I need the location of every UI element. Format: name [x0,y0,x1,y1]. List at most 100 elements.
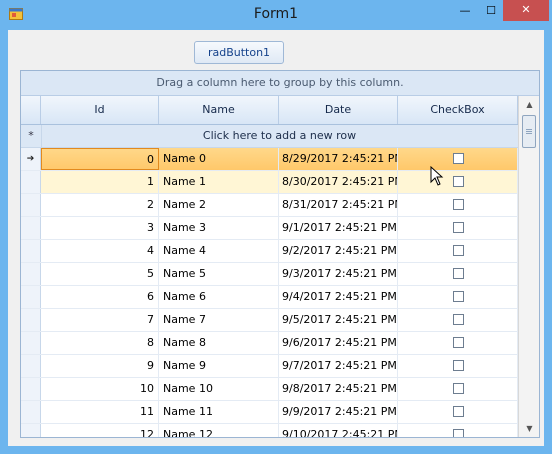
row-checkbox[interactable] [453,314,464,325]
cell-id[interactable]: 1 [41,171,159,193]
row-indicator[interactable] [21,424,41,437]
row-indicator[interactable] [21,194,41,216]
table-row[interactable]: 8 Name 8 9/6/2017 2:45:21 PM [21,332,518,355]
cell-name[interactable]: Name 2 [159,194,279,216]
cell-id[interactable]: 10 [41,378,159,400]
cell-id[interactable]: 11 [41,401,159,423]
column-header-checkbox[interactable]: CheckBox [398,96,518,124]
cell-checkbox[interactable] [398,401,518,423]
cell-id[interactable]: 6 [41,286,159,308]
cell-checkbox[interactable] [398,148,518,170]
new-row[interactable]: * Click here to add a new row [21,125,518,148]
new-row-label[interactable]: Click here to add a new row [41,125,518,147]
row-indicator[interactable] [21,378,41,400]
cell-date[interactable]: 9/5/2017 2:45:21 PM [279,309,398,331]
table-row[interactable]: 5 Name 5 9/3/2017 2:45:21 PM [21,263,518,286]
row-indicator[interactable] [21,309,41,331]
cell-id[interactable]: 3 [41,217,159,239]
cell-date[interactable]: 8/29/2017 2:45:21 PM [279,148,398,170]
column-header-name[interactable]: Name [159,96,279,124]
cell-id[interactable]: 2 [41,194,159,216]
cell-date[interactable]: 9/3/2017 2:45:21 PM [279,263,398,285]
vertical-scrollbar[interactable]: ▲ ▼ [518,96,539,437]
cell-name[interactable]: Name 7 [159,309,279,331]
cell-checkbox[interactable] [398,378,518,400]
row-indicator[interactable] [21,217,41,239]
row-indicator[interactable] [21,355,41,377]
cell-id[interactable]: 4 [41,240,159,262]
scroll-thumb[interactable] [522,115,536,148]
row-indicator[interactable] [21,332,41,354]
cell-checkbox[interactable] [398,355,518,377]
table-row[interactable]: 9 Name 9 9/7/2017 2:45:21 PM [21,355,518,378]
cell-date[interactable]: 8/31/2017 2:45:21 PM [279,194,398,216]
cell-id[interactable]: 12 [41,424,159,437]
cell-checkbox[interactable] [398,332,518,354]
cell-date[interactable]: 9/2/2017 2:45:21 PM [279,240,398,262]
row-checkbox[interactable] [453,176,464,187]
title-bar[interactable]: Form1 — ☐ ✕ [0,0,552,30]
cell-id[interactable]: 7 [41,309,159,331]
row-indicator[interactable] [21,263,41,285]
table-row[interactable]: 3 Name 3 9/1/2017 2:45:21 PM [21,217,518,240]
row-checkbox[interactable] [453,383,464,394]
cell-name[interactable]: Name 0 [159,148,279,170]
row-checkbox[interactable] [453,406,464,417]
close-button[interactable]: ✕ [503,0,549,21]
cell-date[interactable]: 9/7/2017 2:45:21 PM [279,355,398,377]
cell-checkbox[interactable] [398,286,518,308]
cell-checkbox[interactable] [398,217,518,239]
row-checkbox[interactable] [453,429,464,437]
row-indicator[interactable] [21,240,41,262]
row-checkbox[interactable] [453,337,464,348]
scroll-up-arrow-icon[interactable]: ▲ [519,96,539,113]
cell-checkbox[interactable] [398,263,518,285]
table-row[interactable]: 2 Name 2 8/31/2017 2:45:21 PM [21,194,518,217]
cell-checkbox[interactable] [398,424,518,437]
row-indicator[interactable] [21,171,41,193]
cell-name[interactable]: Name 5 [159,263,279,285]
cell-name[interactable]: Name 1 [159,171,279,193]
row-indicator[interactable]: ➔ [21,148,41,170]
row-checkbox[interactable] [453,199,464,210]
cell-checkbox[interactable] [398,194,518,216]
cell-name[interactable]: Name 6 [159,286,279,308]
cell-name[interactable]: Name 12 [159,424,279,437]
table-row[interactable]: 10 Name 10 9/8/2017 2:45:21 PM [21,378,518,401]
cell-id[interactable]: 5 [41,263,159,285]
cell-name[interactable]: Name 11 [159,401,279,423]
row-checkbox[interactable] [453,222,464,233]
row-checkbox[interactable] [453,268,464,279]
cell-name[interactable]: Name 10 [159,378,279,400]
row-indicator[interactable] [21,401,41,423]
table-row[interactable]: 7 Name 7 9/5/2017 2:45:21 PM [21,309,518,332]
cell-date[interactable]: 8/30/2017 2:45:21 PM [279,171,398,193]
cell-id[interactable]: 0 [41,148,159,170]
cell-date[interactable]: 9/9/2017 2:45:21 PM [279,401,398,423]
cell-name[interactable]: Name 8 [159,332,279,354]
table-row[interactable]: 12 Name 12 9/10/2017 2:45:21 PM [21,424,518,437]
cell-name[interactable]: Name 9 [159,355,279,377]
cell-date[interactable]: 9/4/2017 2:45:21 PM [279,286,398,308]
table-row[interactable]: 11 Name 11 9/9/2017 2:45:21 PM [21,401,518,424]
row-checkbox[interactable] [453,291,464,302]
row-checkbox[interactable] [453,245,464,256]
cell-name[interactable]: Name 3 [159,217,279,239]
cell-id[interactable]: 9 [41,355,159,377]
rad-button[interactable]: radButton1 [194,41,284,64]
cell-checkbox[interactable] [398,309,518,331]
cell-date[interactable]: 9/8/2017 2:45:21 PM [279,378,398,400]
cell-checkbox[interactable] [398,240,518,262]
group-by-panel[interactable]: Drag a column here to group by this colu… [21,71,539,96]
cell-id[interactable]: 8 [41,332,159,354]
row-checkbox[interactable] [453,153,464,164]
cell-date[interactable]: 9/6/2017 2:45:21 PM [279,332,398,354]
cell-date[interactable]: 9/10/2017 2:45:21 PM [279,424,398,437]
column-header-id[interactable]: Id [41,96,159,124]
scroll-down-arrow-icon[interactable]: ▼ [519,420,539,437]
column-header-date[interactable]: Date [279,96,398,124]
table-row[interactable]: 6 Name 6 9/4/2017 2:45:21 PM [21,286,518,309]
row-checkbox[interactable] [453,360,464,371]
row-indicator[interactable] [21,286,41,308]
cell-date[interactable]: 9/1/2017 2:45:21 PM [279,217,398,239]
